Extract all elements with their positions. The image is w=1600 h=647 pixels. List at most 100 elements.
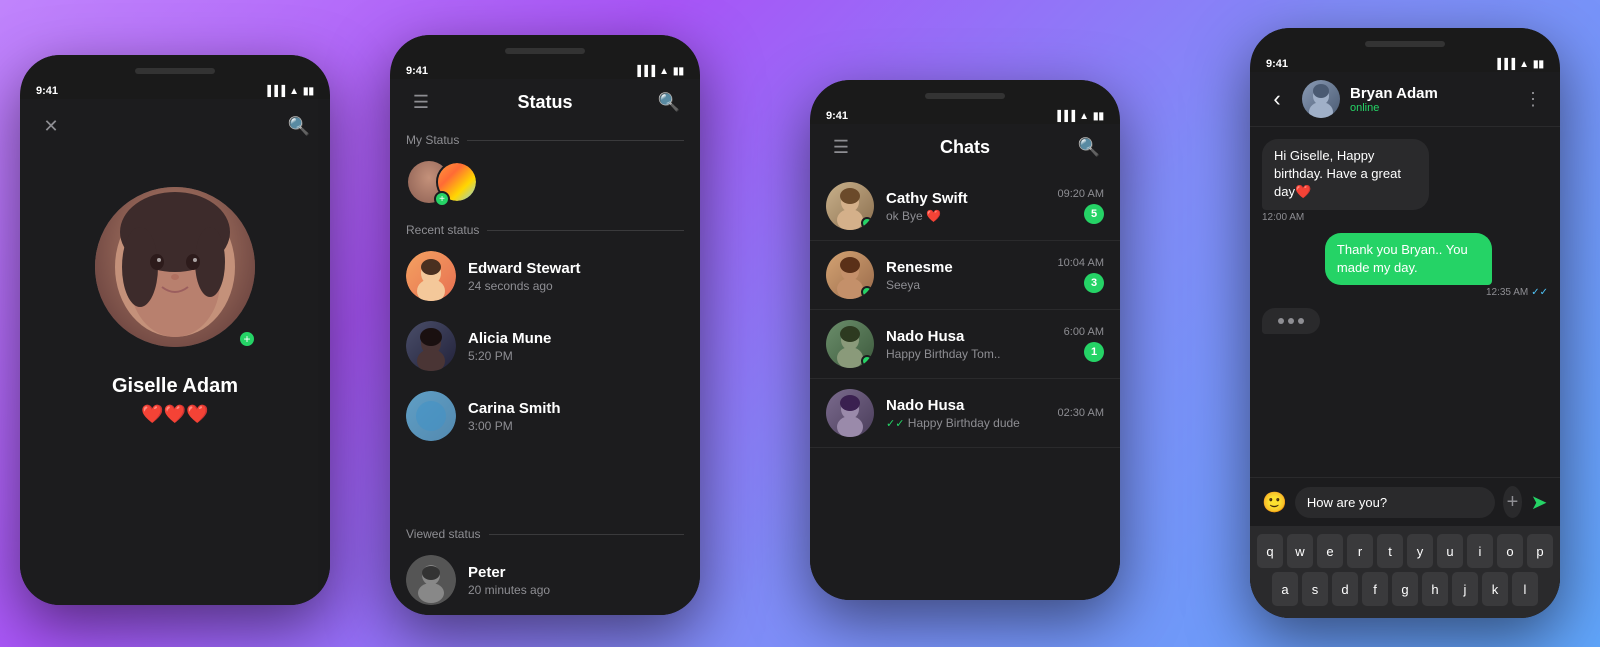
msg-time-sent: 12:35 AM ✓✓ — [1325, 287, 1548, 298]
typing-dot-2 — [1288, 318, 1294, 324]
menu-button-2[interactable]: ☰ — [406, 87, 436, 117]
status-info-edward: Edward Stewart 24 seconds ago — [468, 260, 684, 293]
key-i[interactable]: i — [1467, 534, 1493, 568]
recent-status-label: Recent status — [390, 217, 700, 241]
online-dot-cathy — [861, 217, 873, 229]
chat-info-nado1: Nado Husa Happy Birthday Tom.. — [886, 328, 1052, 361]
status-icons-3: ▐▐▐ ▲ ▮▮ — [1054, 111, 1104, 122]
notch-bar-3 — [925, 93, 1005, 99]
battery-icon-3: ▮▮ — [1093, 111, 1104, 122]
wifi-icon-3: ▲ — [1079, 111, 1089, 122]
search-button[interactable]: 🔍 — [284, 111, 314, 141]
menu-button-3[interactable]: ☰ — [826, 132, 856, 162]
key-q[interactable]: q — [1257, 534, 1283, 568]
chat-info-nado2: Nado Husa ✓✓ Happy Birthday dude — [886, 397, 1046, 430]
key-t[interactable]: t — [1377, 534, 1403, 568]
status-icons-4: ▐▐▐ ▲ ▮▮ — [1494, 59, 1544, 70]
back-button[interactable]: ‹ — [1262, 84, 1292, 114]
chat-info-renesme: Renesme Seeya — [886, 259, 1046, 292]
chat-meta-renesme: 10:04 AM 3 — [1058, 257, 1104, 293]
status-bar-3: 9:41 ▐▐▐ ▲ ▮▮ — [810, 108, 1120, 124]
contact-name: Bryan Adam — [1350, 85, 1508, 102]
msg-time-received: 12:00 AM — [1262, 212, 1485, 223]
key-u[interactable]: u — [1437, 534, 1463, 568]
status-avatar-edward — [406, 251, 456, 301]
chat-meta-nado1: 6:00 AM 1 — [1064, 326, 1104, 362]
chat-item-renesme[interactable]: Renesme Seeya 10:04 AM 3 — [810, 241, 1120, 310]
menu-icon-2: ☰ — [413, 92, 429, 113]
chat-item-nado2[interactable]: Nado Husa ✓✓ Happy Birthday dude 02:30 A… — [810, 379, 1120, 448]
notch-4 — [1250, 28, 1560, 56]
emoji-button[interactable]: 🙂 — [1262, 487, 1287, 517]
chat-info-cathy: Cathy Swift ok Bye ❤️ — [886, 190, 1046, 223]
add-my-status-btn[interactable]: + — [434, 191, 450, 207]
chat-preview-nado1: Happy Birthday Tom.. — [886, 347, 1052, 361]
search-button-3[interactable]: 🔍 — [1074, 132, 1104, 162]
key-l[interactable]: l — [1512, 572, 1538, 606]
key-r[interactable]: r — [1347, 534, 1373, 568]
key-k[interactable]: k — [1482, 572, 1508, 606]
status-bar-1: 9:41 ▐▐▐ ▲ ▮▮ — [20, 83, 330, 99]
chat-item-nado1[interactable]: Nado Husa Happy Birthday Tom.. 6:00 AM 1 — [810, 310, 1120, 379]
status-avatar-carina — [406, 391, 456, 441]
status-time-peter: 20 minutes ago — [468, 583, 684, 597]
status-item-carina[interactable]: Carina Smith 3:00 PM — [390, 381, 700, 451]
notch-3 — [810, 80, 1120, 108]
keyboard-area: q w e r t y u i o p a s d f g h — [1250, 526, 1560, 618]
key-p[interactable]: p — [1527, 534, 1553, 568]
status-bar-4: 9:41 ▐▐▐ ▲ ▮▮ — [1250, 56, 1560, 72]
chats-title: Chats — [940, 137, 990, 158]
send-button[interactable]: ➤ — [1530, 487, 1548, 517]
message-received-1: Hi Giselle, Happy birthday. Have a great… — [1262, 139, 1485, 223]
chat-badge-cathy: 5 — [1084, 204, 1104, 224]
status-title: Status — [517, 92, 572, 113]
avatar-face — [95, 187, 255, 347]
key-w[interactable]: w — [1287, 534, 1313, 568]
key-f[interactable]: f — [1362, 572, 1388, 606]
search-icon-3: 🔍 — [1078, 137, 1100, 158]
chat-item-cathy[interactable]: Cathy Swift ok Bye ❤️ 09:20 AM 5 — [810, 172, 1120, 241]
more-button[interactable]: ⋮ — [1518, 84, 1548, 114]
key-j[interactable]: j — [1452, 572, 1478, 606]
key-s[interactable]: s — [1302, 572, 1328, 606]
close-button[interactable]: ✕ — [36, 111, 66, 141]
chat-detail-screen: ‹ Bryan Adam online ⋮ Hi Giselle, Happy … — [1250, 72, 1560, 618]
message-sent-1: Thank you Bryan.. You made my day. 12:35… — [1325, 233, 1548, 298]
typing-dot-1 — [1278, 318, 1284, 324]
profile-emoji: ❤️❤️❤️ — [141, 404, 208, 425]
status-item-alicia[interactable]: Alicia Mune 5:20 PM — [390, 311, 700, 381]
message-input[interactable] — [1295, 487, 1495, 518]
profile-name: Giselle Adam — [112, 375, 238, 398]
avatar-peter — [406, 555, 456, 605]
key-a[interactable]: a — [1272, 572, 1298, 606]
status-avatar-alicia — [406, 321, 456, 371]
search-button-2[interactable]: 🔍 — [654, 87, 684, 117]
status-item-edward[interactable]: Edward Stewart 24 seconds ago — [390, 241, 700, 311]
my-status-row[interactable]: + — [390, 151, 700, 217]
wifi-icon-1: ▲ — [289, 86, 299, 97]
key-h[interactable]: h — [1422, 572, 1448, 606]
chat-badge-renesme: 3 — [1084, 273, 1104, 293]
status-info-carina: Carina Smith 3:00 PM — [468, 400, 684, 433]
key-o[interactable]: o — [1497, 534, 1523, 568]
status-name-peter: Peter — [468, 564, 684, 581]
status-info-alicia: Alicia Mune 5:20 PM — [468, 330, 684, 363]
key-e[interactable]: e — [1317, 534, 1343, 568]
chat-avatar-renesme — [826, 251, 874, 299]
key-g[interactable]: g — [1392, 572, 1418, 606]
status-item-peter[interactable]: Peter 20 minutes ago — [390, 545, 700, 615]
time-3: 9:41 — [826, 110, 848, 122]
keyboard-row-1: q w e r t y u i o p — [1254, 534, 1556, 568]
chat-avatar-nado2 — [826, 389, 874, 437]
add-status-button[interactable]: + — [238, 330, 256, 348]
status-name-carina: Carina Smith — [468, 400, 684, 417]
messages-area: Hi Giselle, Happy birthday. Have a great… — [1250, 127, 1560, 477]
status-icons-1: ▐▐▐ ▲ ▮▮ — [264, 86, 314, 97]
attach-button[interactable]: + — [1503, 486, 1522, 518]
key-d[interactable]: d — [1332, 572, 1358, 606]
online-dot-renesme — [861, 286, 873, 298]
chat-meta-cathy: 09:20 AM 5 — [1058, 188, 1104, 224]
phone-chat-detail: 9:41 ▐▐▐ ▲ ▮▮ ‹ Bryan Adam online ⋮ — [1250, 28, 1560, 618]
typing-indicator — [1262, 308, 1320, 334]
key-y[interactable]: y — [1407, 534, 1433, 568]
